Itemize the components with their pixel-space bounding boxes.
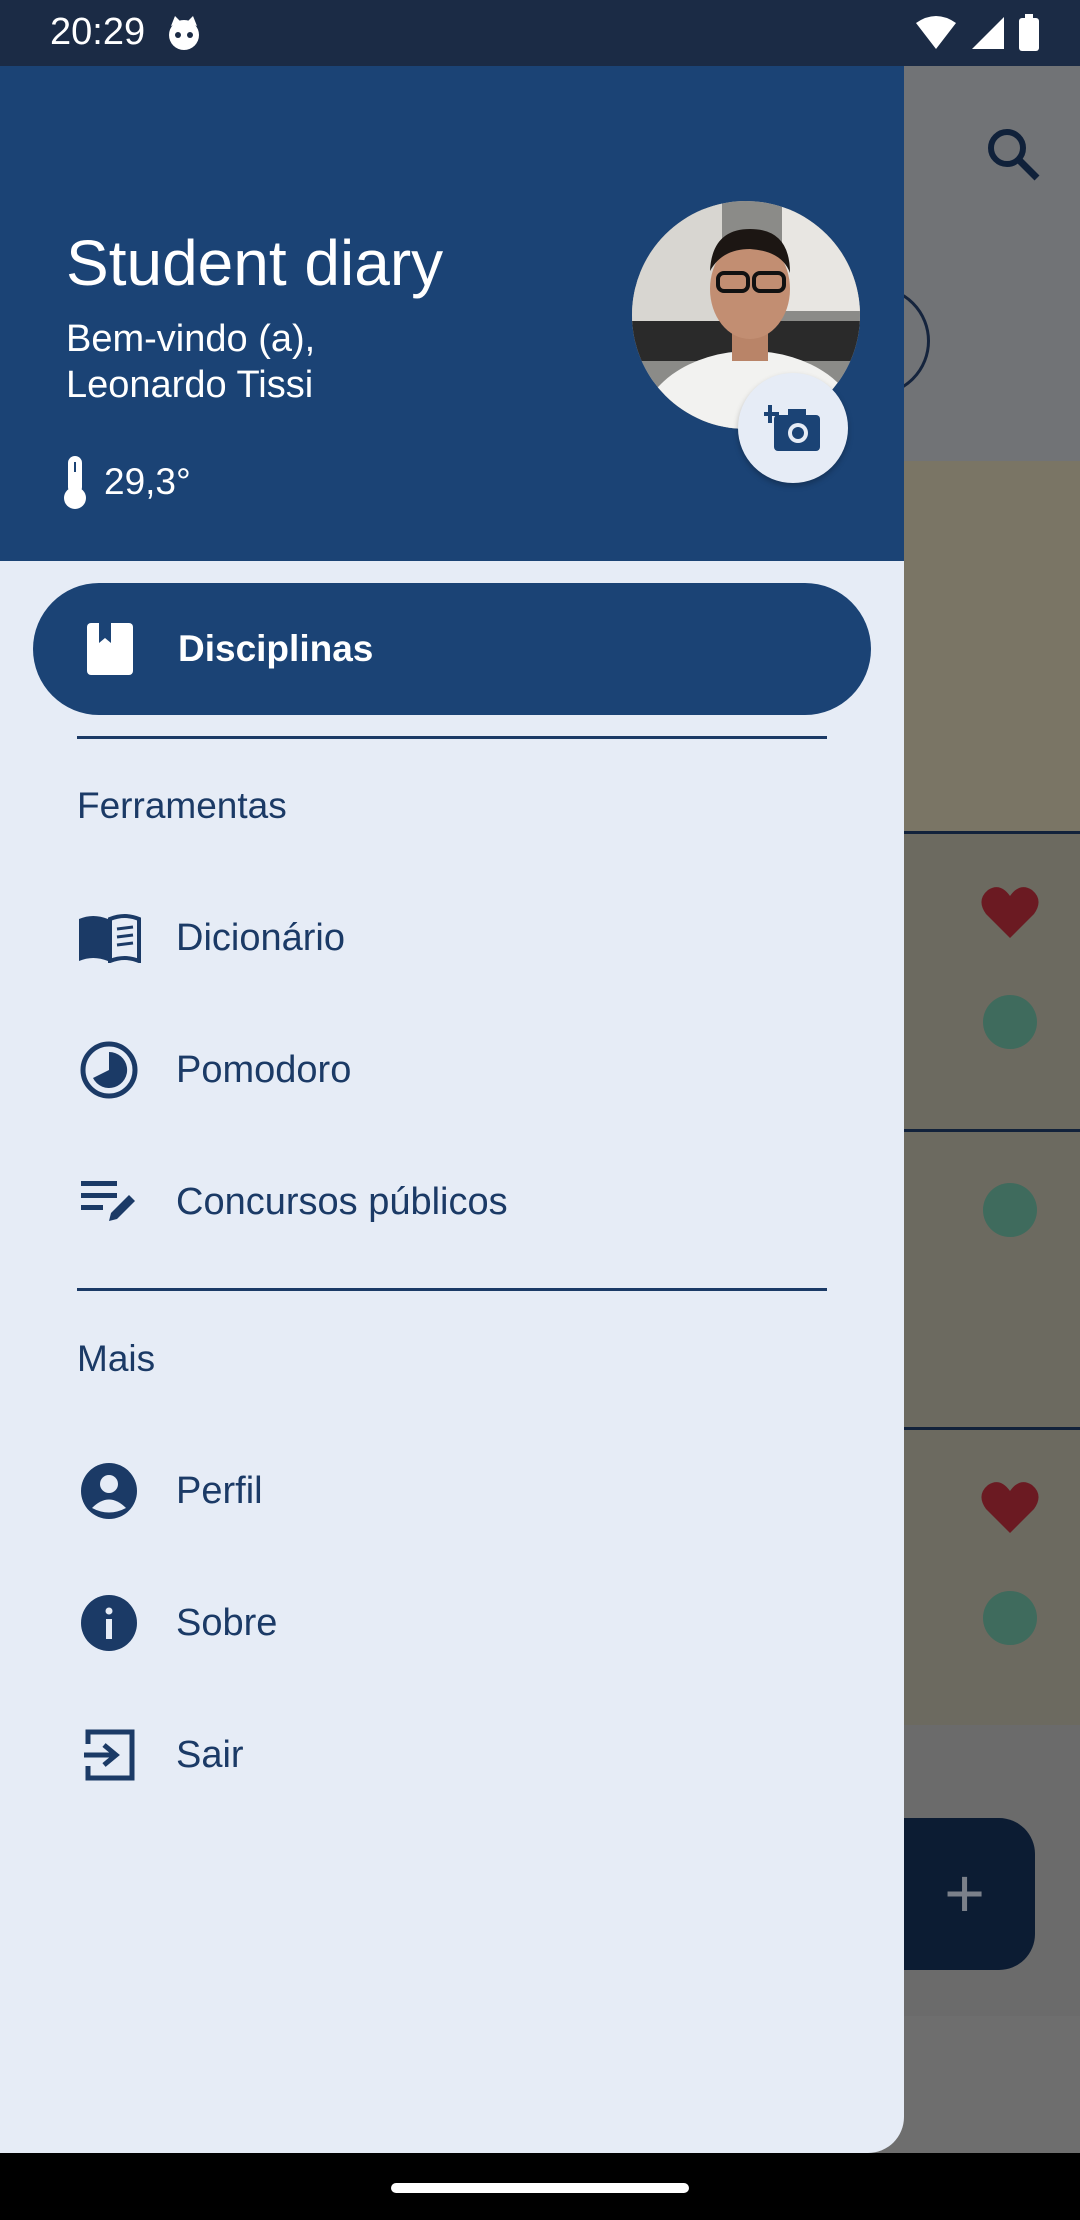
- wifi-icon: [916, 16, 956, 49]
- nav-item-label: Disciplinas: [178, 628, 374, 669]
- edit-list-icon: [77, 1170, 141, 1234]
- thermometer-icon: [64, 456, 86, 509]
- heart-icon: [981, 1482, 1039, 1533]
- check-icon: [983, 1183, 1037, 1237]
- drawer-header: Student diary Bem-vindo (a), Leonardo Ti…: [0, 66, 904, 561]
- nav-item-label: Perfil: [176, 1469, 263, 1512]
- weather: 29,3°: [60, 454, 191, 510]
- cat-icon: [169, 16, 199, 50]
- change-photo-button[interactable]: [738, 373, 848, 483]
- divider: [77, 1288, 827, 1291]
- temperature: 29,3°: [104, 461, 191, 502]
- status-bar: 20:29: [0, 0, 1080, 66]
- nav-item-label: Concursos públicos: [176, 1180, 508, 1223]
- nav-item-sair[interactable]: Sair: [0, 1695, 904, 1815]
- heart-icon: [981, 887, 1039, 938]
- info-icon: [77, 1591, 141, 1655]
- welcome-line: Bem-vindo (a),: [66, 318, 316, 360]
- search-icon[interactable]: [985, 126, 1041, 182]
- nav-item-perfil[interactable]: Perfil: [0, 1431, 904, 1551]
- navigation-drawer: Student diary Bem-vindo (a), Leonardo Ti…: [0, 0, 904, 2153]
- welcome-text: Bem-vindo (a), Leonardo Tissi: [66, 316, 315, 408]
- nav-item-dicionario[interactable]: Dicionário: [0, 878, 904, 998]
- open-book-icon: [77, 906, 141, 970]
- home-gesture-handle[interactable]: [391, 2183, 689, 2193]
- system-navigation-bar: [0, 2153, 1080, 2220]
- nav-item-disciplinas[interactable]: Disciplinas: [33, 583, 871, 715]
- nav-item-label: Sobre: [176, 1601, 278, 1644]
- logout-icon: [77, 1723, 141, 1787]
- nav-item-label: Sair: [176, 1733, 244, 1776]
- add-photo-icon: [764, 405, 820, 451]
- check-icon: [983, 1591, 1037, 1645]
- nav-item-label: Dicionário: [176, 916, 345, 959]
- signal-icon: [972, 17, 1004, 49]
- book-icon: [87, 623, 133, 675]
- nav-item-pomodoro[interactable]: Pomodoro: [0, 1010, 904, 1130]
- divider: [77, 736, 827, 739]
- user-name: Leonardo Tissi: [66, 364, 314, 406]
- timer-icon: [77, 1038, 141, 1102]
- section-title-mais: Mais: [77, 1338, 156, 1379]
- account-circle-icon: [77, 1459, 141, 1523]
- status-time: 20:29: [50, 11, 146, 53]
- battery-icon: [1019, 14, 1039, 51]
- nav-item-concursos[interactable]: Concursos públicos: [0, 1142, 904, 1262]
- nav-item-sobre[interactable]: Sobre: [0, 1563, 904, 1683]
- check-icon: [983, 995, 1037, 1049]
- nav-item-label: Pomodoro: [176, 1048, 352, 1091]
- section-title-ferramentas: Ferramentas: [77, 785, 287, 826]
- app-title: Student diary: [66, 227, 444, 299]
